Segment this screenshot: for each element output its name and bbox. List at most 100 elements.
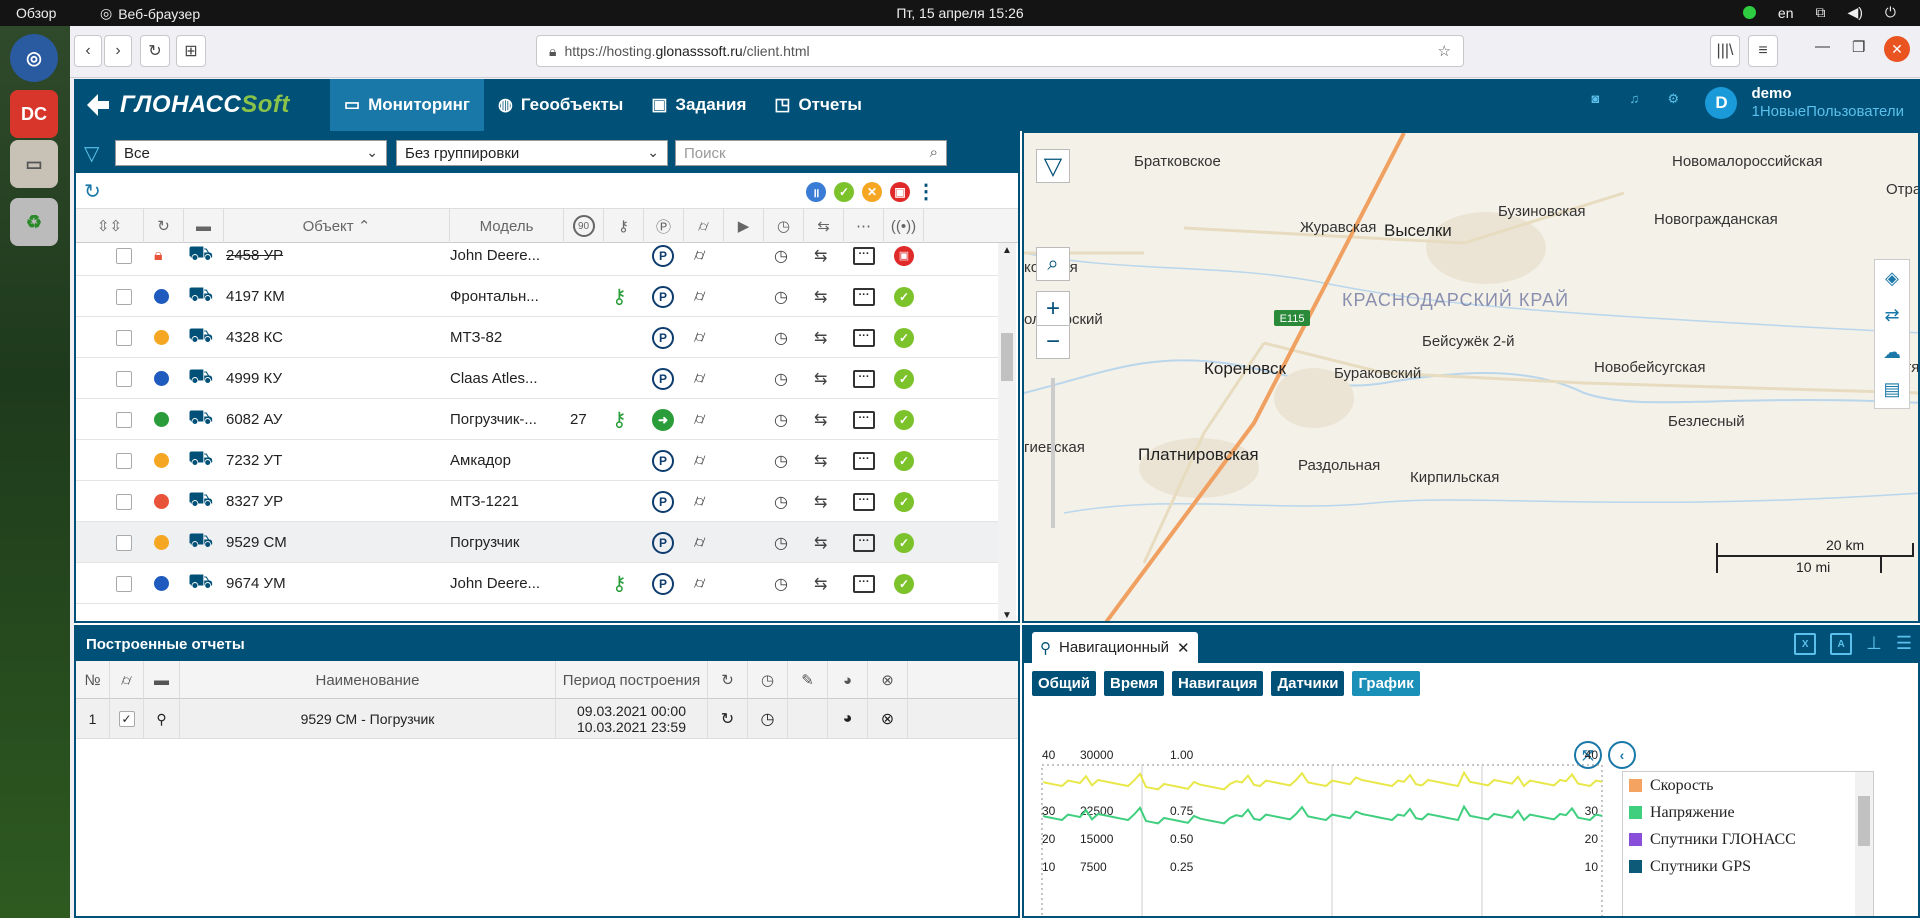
binoculars-icon[interactable]: ⌭ [110, 661, 144, 699]
history-icon[interactable]: ◷ [774, 399, 788, 440]
grouping-select[interactable]: Без группировки ⌄ [396, 140, 668, 166]
key-icon[interactable]: ⚷ [612, 563, 627, 604]
filter-icon[interactable]: ▽ [84, 141, 99, 166]
minimize-button[interactable]: — [1815, 38, 1830, 55]
power-icon[interactable]: ⏻ [1885, 4, 1896, 21]
table-row[interactable]: ⛟ 9529 СМ Погрузчик P ⌭ ◷ ⇆ ··· ✓ [76, 522, 1001, 563]
forward-button[interactable]: › [104, 35, 132, 67]
menu-button[interactable]: ≡ [1748, 35, 1778, 67]
pause-all-button[interactable]: ॥ [806, 182, 826, 202]
clear-button[interactable]: ✕ [862, 182, 882, 202]
subtab-2[interactable]: Навигация [1172, 671, 1264, 696]
restore-button[interactable]: ❐ [1852, 38, 1865, 56]
map-filter-icon[interactable]: ▽ [1036, 149, 1070, 183]
more-icon[interactable]: ··· [853, 440, 875, 481]
nav-geoobjects[interactable]: ◍ Геообъекты [484, 79, 637, 131]
object-name[interactable]: 8327 УР [226, 481, 283, 522]
doublecmd-dock-icon[interactable]: DC [10, 90, 58, 138]
logo[interactable]: ГЛОНАССSoft [84, 91, 290, 119]
parking-icon[interactable]: P [652, 358, 674, 399]
track-icon[interactable]: ⇆ [814, 243, 827, 276]
table-row[interactable]: ⛟ 4999 КУ Claas Atles... P ⌭ ◷ ⇆ ··· ✓ [76, 358, 1001, 399]
report-tab[interactable]: ⚲ Навигационный ✕ [1032, 632, 1198, 663]
camera-icon[interactable]: ◙ [1591, 91, 1615, 115]
map-track-col-icon[interactable]: ✎ [788, 661, 828, 699]
zoom-out-button[interactable]: − [1036, 325, 1070, 359]
bookmark-star-icon[interactable]: ☆ [1438, 42, 1451, 60]
binoculars-icon[interactable]: ⌭ [694, 481, 705, 522]
row-checkbox[interactable] [116, 440, 132, 481]
list-icon[interactable]: ☰ [1896, 633, 1912, 655]
zoom-slider[interactable] [1051, 378, 1055, 528]
row-checkbox[interactable] [116, 481, 132, 522]
route-icon[interactable]: ⇄ [1875, 297, 1909, 334]
table-row[interactable]: ⛟ 9674 УМ John Deere... ⚷ P ⌭ ◷ ⇆ ··· ✓ [76, 563, 1001, 604]
report-checkbox[interactable]: ✓ [110, 699, 144, 739]
locked-status-icon[interactable]: ▣ [894, 243, 914, 276]
lock-icon[interactable]: 🔒︎ [154, 243, 163, 276]
legend-item[interactable]: Скорость [1623, 772, 1873, 799]
excel-export-icon[interactable]: X [1794, 633, 1817, 655]
objects-scrollbar[interactable]: ▲ ▼ [998, 243, 1016, 621]
binoculars-col-icon[interactable]: ⌭ [684, 209, 724, 243]
object-name[interactable]: 6082 АУ [226, 399, 282, 440]
object-name[interactable]: 9674 УМ [226, 563, 286, 604]
history-icon[interactable]: ◷ [774, 522, 788, 563]
status-filter-select[interactable]: Все ⌄ [115, 140, 387, 166]
binoculars-icon[interactable]: ⌭ [694, 440, 705, 481]
browser-dock-icon[interactable]: ◎ [10, 34, 58, 82]
binoculars-icon[interactable]: ⌭ [694, 563, 705, 604]
volume-icon[interactable]: ◀) [1847, 4, 1862, 21]
more-icon[interactable]: ··· [853, 317, 875, 358]
more-icon[interactable]: ··· [853, 522, 875, 563]
object-name[interactable]: 7232 УТ [226, 440, 282, 481]
user-info[interactable]: demo 1НовыеПользователи [1751, 85, 1904, 121]
history-icon[interactable]: ◷ [774, 440, 788, 481]
parking-icon[interactable]: P [652, 440, 674, 481]
parking-icon[interactable]: P [652, 481, 674, 522]
ok-status-icon[interactable]: ✓ [894, 317, 914, 358]
binoculars-icon[interactable]: ⌭ [694, 522, 705, 563]
track-icon[interactable]: ⇆ [814, 440, 827, 481]
more-icon[interactable]: ··· [853, 243, 875, 276]
track-col-icon[interactable]: ⇆ [804, 209, 844, 243]
ruler-icon[interactable]: ▤ [1875, 371, 1909, 408]
video-col-icon[interactable]: ▶ [724, 209, 764, 243]
map-search-icon[interactable]: ⌕ [1036, 247, 1070, 281]
language-indicator[interactable]: en [1778, 5, 1794, 21]
nav-reports[interactable]: ◳ Отчеты [760, 79, 876, 131]
close-window-button[interactable]: ✕ [1884, 36, 1910, 62]
new-tab-button[interactable]: ⊞ [176, 35, 206, 67]
car-col-icon[interactable]: ▬ [184, 209, 224, 243]
more-icon[interactable]: ··· [853, 481, 875, 522]
clock[interactable]: Пт, 15 апреля 15:26 [0, 5, 1920, 21]
subtab-1[interactable]: Время [1104, 671, 1165, 696]
gear-icon[interactable]: ⚙ [1667, 91, 1691, 115]
row-checkbox[interactable] [116, 317, 132, 358]
history-col-icon[interactable]: ◷ [748, 661, 788, 699]
track-icon[interactable]: ⇆ [814, 358, 827, 399]
pie-icon[interactable]: ◕ [828, 699, 868, 739]
row-checkbox[interactable] [116, 243, 132, 276]
parking-icon[interactable]: P [652, 243, 674, 276]
parking-icon[interactable]: P [652, 563, 674, 604]
speed-limit-col-icon[interactable]: 90 [564, 209, 604, 243]
ok-status-icon[interactable]: ✓ [894, 522, 914, 563]
files-dock-icon[interactable]: ▭ [10, 140, 58, 188]
table-row[interactable]: ⛟ 4328 КС МТЗ-82 P ⌭ ◷ ⇆ ··· ✓ [76, 317, 1001, 358]
more-icon[interactable]: ··· [853, 276, 875, 317]
history-icon[interactable]: ◷ [774, 317, 788, 358]
legend-item[interactable]: Напряжение [1623, 799, 1873, 826]
rebuild-icon[interactable]: ↻ [708, 699, 748, 739]
subtab-0[interactable]: Общий [1032, 671, 1097, 696]
status-col-icon[interactable]: ↻ [144, 209, 184, 243]
ok-status-icon[interactable]: ✓ [894, 440, 914, 481]
parking-icon[interactable]: P [652, 276, 674, 317]
report-chart[interactable]: 4030201030000225001500075001.000.750.500… [1032, 747, 1622, 918]
binoculars-icon[interactable]: ⌭ [694, 243, 705, 276]
parking-icon[interactable]: P [652, 317, 674, 358]
row-checkbox[interactable] [116, 522, 132, 563]
row-checkbox[interactable] [116, 276, 132, 317]
ok-status-icon[interactable]: ✓ [894, 276, 914, 317]
col-name[interactable]: Наименование [180, 661, 556, 699]
